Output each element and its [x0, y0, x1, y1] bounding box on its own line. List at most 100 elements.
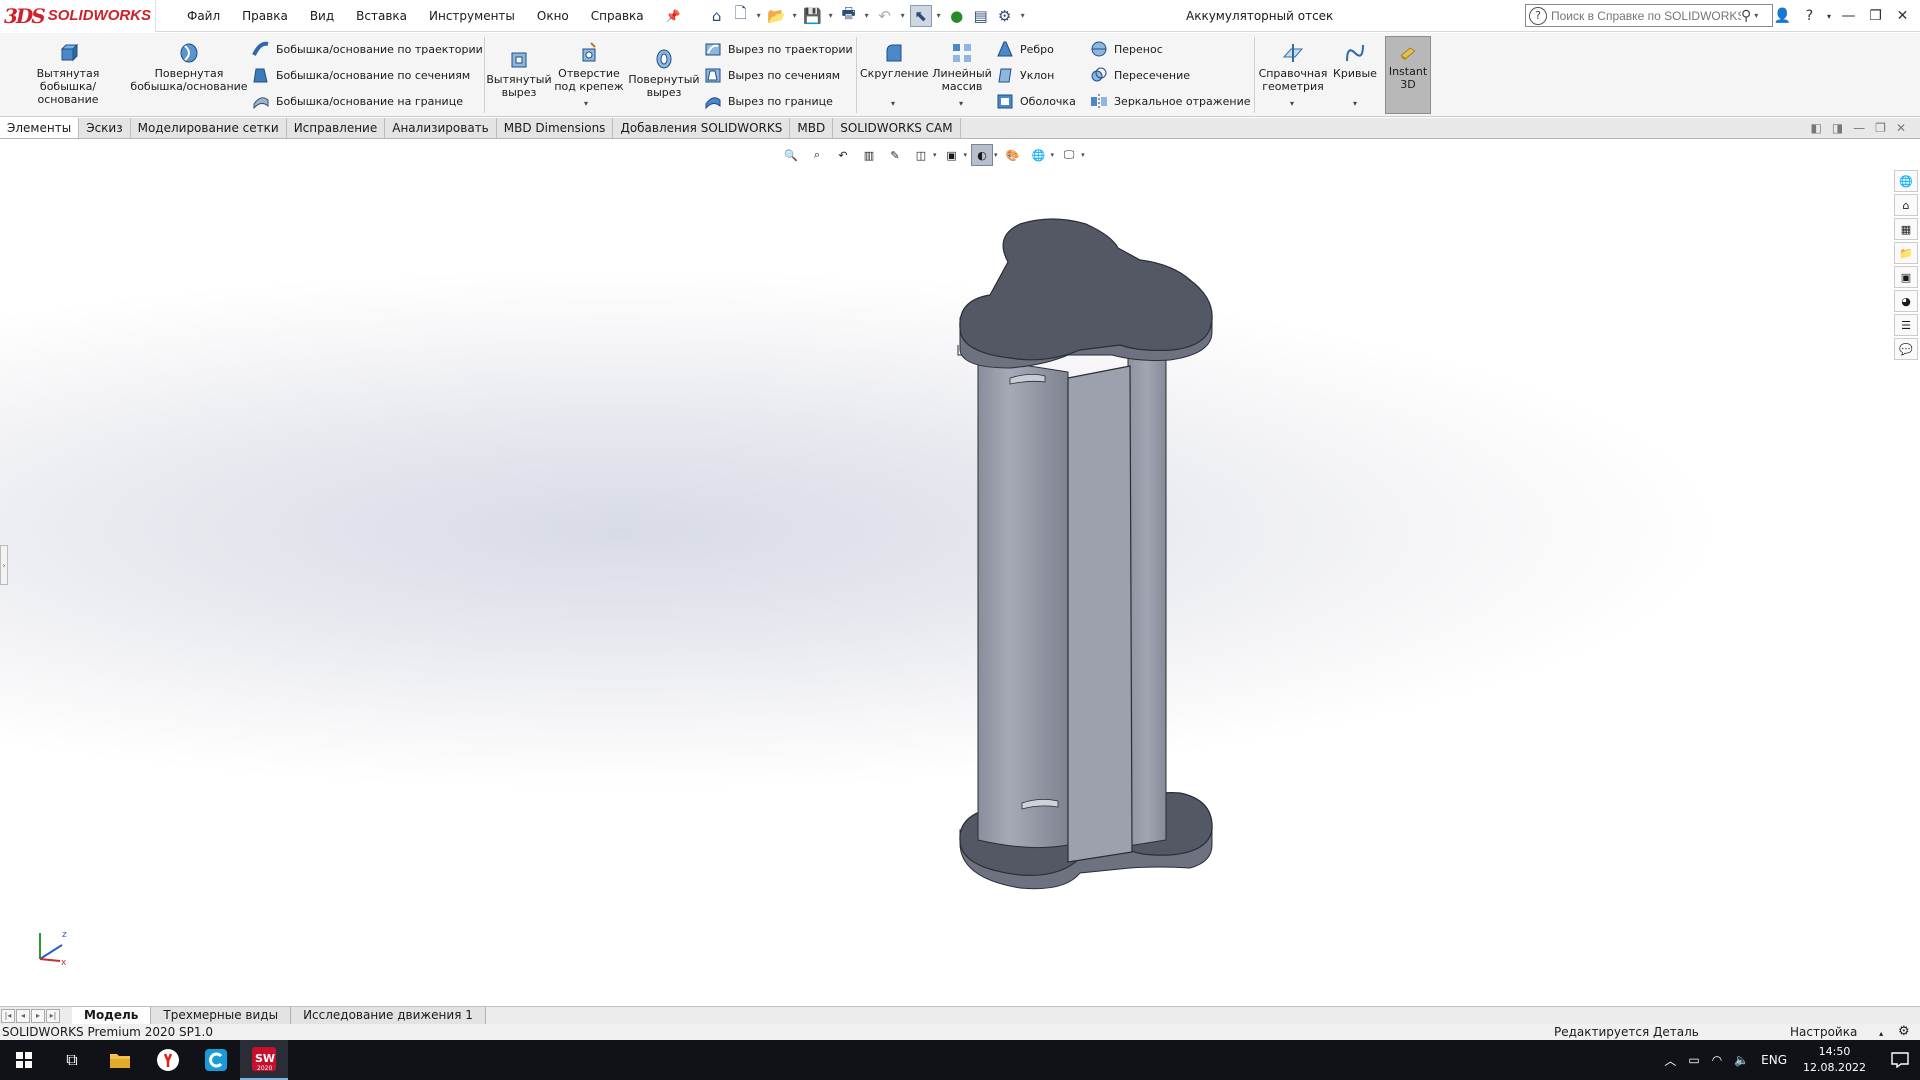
last-tab-icon[interactable]: ▸| [46, 1008, 60, 1023]
pin-icon[interactable]: 📌 [655, 0, 692, 32]
reference-geometry-button[interactable]: Справочная геометрия [1258, 41, 1328, 93]
tab-sketch[interactable]: Эскиз [79, 118, 131, 138]
chevron-down-icon[interactable]: ▾ [934, 11, 944, 20]
chevron-down-icon[interactable]: ▾ [891, 99, 895, 108]
display-style-icon[interactable]: ▣ [941, 144, 963, 166]
mirror-button[interactable]: Зеркальное отражение [1090, 91, 1251, 111]
revolved-cut-button[interactable]: Повернутый вырез [626, 47, 702, 99]
swept-cut-button[interactable]: Вырез по траектории [704, 39, 853, 59]
zoom-to-fit-icon[interactable]: 🔍 [780, 144, 802, 166]
chevron-down-icon[interactable]: ▾ [1751, 11, 1761, 20]
chevron-down-icon[interactable]: ▾ [1290, 99, 1294, 108]
chevron-down-icon[interactable]: ▾ [1081, 151, 1085, 159]
chevron-down-icon[interactable]: ▾ [1051, 151, 1055, 159]
intersect-button[interactable]: Пересечение [1090, 65, 1190, 85]
menu-file[interactable]: Файл [176, 0, 231, 32]
help-icon[interactable]: ? [1796, 8, 1823, 24]
minimize-icon[interactable]: — [1835, 8, 1862, 24]
file-explorer-icon[interactable] [96, 1040, 144, 1080]
file-properties-icon[interactable]: ▤ [970, 5, 992, 27]
windows-start-icon[interactable] [0, 1040, 48, 1080]
chevron-down-icon[interactable]: ▾ [1353, 99, 1357, 108]
wrap-button[interactable]: Перенос [1090, 39, 1163, 59]
restore-icon[interactable]: ❐ [1862, 8, 1889, 24]
first-tab-icon[interactable]: |◂ [1, 1008, 15, 1023]
chevron-down-icon[interactable]: ▾ [933, 151, 937, 159]
chevron-up-icon[interactable]: ︿ [1664, 1052, 1676, 1069]
tab-direct-editing[interactable]: Исправление [286, 118, 386, 138]
options-gear-icon[interactable]: ⚙ [994, 5, 1016, 27]
home-icon[interactable]: ⌂ [1894, 194, 1918, 216]
extruded-cut-button[interactable]: Вытянутый вырез [486, 47, 552, 99]
tile-left-icon[interactable]: ◧ [1810, 121, 1821, 135]
edit-appearance-icon[interactable]: 🎨 [1002, 144, 1024, 166]
apply-scene-icon[interactable]: 🌐 [1028, 144, 1050, 166]
tab-solidworks-addins[interactable]: Добавления SOLIDWORKS [613, 118, 791, 138]
extruded-boss-button[interactable]: Вытянутая бобышка/основание [10, 41, 126, 106]
tile-right-icon[interactable]: ◨ [1832, 121, 1843, 135]
select-arrow-icon[interactable]: ⬉ [909, 4, 932, 27]
input-language[interactable]: ENG [1761, 1053, 1787, 1067]
app-c-icon[interactable] [192, 1040, 240, 1080]
chevron-down-icon[interactable]: ▾ [1823, 12, 1835, 21]
section-view-icon[interactable]: ▥ [858, 144, 880, 166]
graphics-area[interactable]: 🔍 ⌕ ↶ ▥ ✎ ◫ ▾ ▣ ▾ ◐ ▾ 🎨 🌐 ▾ 🖵 ▾ 🌐 ⌂ ▦ 📁 ▣ ◕ ☰… [0, 140, 1920, 1006]
revolved-boss-button[interactable]: Повернутая бобышка/основание [130, 41, 248, 93]
boundary-boss-button[interactable]: Бобышка/основание на границе [252, 91, 463, 111]
tab-mbd[interactable]: MBD [790, 118, 834, 138]
help-search-input[interactable] [1551, 8, 1741, 23]
chevron-down-icon[interactable]: ▾ [862, 11, 872, 20]
chevron-down-icon[interactable]: ▾ [826, 11, 836, 20]
rebuild-status-icon[interactable]: ⚙ [1898, 1024, 1910, 1040]
view-palette-icon[interactable]: ▣ [1894, 266, 1918, 288]
file-explorer-icon[interactable]: 📁 [1894, 242, 1918, 264]
help-search-box[interactable]: ? ⚲ ▾ [1525, 4, 1773, 27]
tab-model[interactable]: Модель [72, 1007, 152, 1024]
minimize-icon[interactable]: — [1853, 121, 1865, 135]
search-icon[interactable]: ⚲ [1741, 8, 1751, 24]
open-folder-icon[interactable]: 📂 [766, 5, 788, 27]
menu-edit[interactable]: Правка [231, 0, 299, 32]
user-account-icon[interactable]: 👤 [1769, 8, 1796, 24]
print-icon[interactable]: 🖶 [838, 4, 860, 27]
fillet-button[interactable]: Скругление [860, 41, 929, 80]
custom-properties-icon[interactable]: ☰ [1894, 314, 1918, 336]
tab-solidworks-cam[interactable]: SOLIDWORKS CAM [833, 118, 961, 138]
boundary-cut-button[interactable]: Вырез по границе [704, 91, 833, 111]
battery-icon[interactable]: ▭ [1688, 1053, 1699, 1067]
volume-icon[interactable]: 🔈 [1734, 1053, 1749, 1067]
tab-mesh-modeling[interactable]: Моделирование сетки [130, 118, 287, 138]
tab-evaluate[interactable]: Анализировать [385, 118, 497, 138]
draft-button[interactable]: Уклон [996, 65, 1054, 85]
wifi-icon[interactable]: ◠ [1712, 1053, 1722, 1067]
instant-3d-button[interactable]: Instant 3D [1385, 36, 1431, 114]
curves-button[interactable]: Кривые [1330, 41, 1380, 80]
yandex-browser-icon[interactable] [144, 1040, 192, 1080]
rebuild-icon[interactable]: ● [946, 5, 968, 27]
restore-icon[interactable]: ❐ [1875, 121, 1886, 135]
prev-tab-icon[interactable]: ◂ [16, 1008, 30, 1023]
dynamic-annotation-icon[interactable]: ✎ [884, 144, 906, 166]
chevron-down-icon[interactable]: ▾ [964, 151, 968, 159]
solidworks-taskbar-icon[interactable]: SW 2020 [240, 1040, 288, 1080]
hide-show-items-icon[interactable]: ◐ [971, 144, 994, 166]
notification-center-icon[interactable] [1880, 1040, 1920, 1080]
design-library-icon[interactable]: ▦ [1894, 218, 1918, 240]
tab-motion-study[interactable]: Исследование движения 1 [291, 1007, 486, 1024]
clock[interactable]: 14:50 12.08.2022 [1803, 1044, 1866, 1076]
menu-window[interactable]: Окно [526, 0, 580, 32]
solidworks-logo[interactable]: 3DS SOLIDWORKS [0, 0, 156, 32]
new-document-icon[interactable]: 🗋 [730, 4, 752, 27]
menu-insert[interactable]: Вставка [345, 0, 418, 32]
close-icon[interactable]: ✕ [1889, 8, 1916, 24]
zoom-to-area-icon[interactable]: ⌕ [806, 144, 828, 166]
tab-mbd-dimensions[interactable]: MBD Dimensions [496, 118, 614, 138]
chevron-down-icon[interactable]: ▾ [584, 99, 588, 108]
forum-icon[interactable]: 💬 [1894, 338, 1918, 360]
solidworks-resources-icon[interactable]: 🌐 [1894, 170, 1918, 192]
appearances-icon[interactable]: ◕ [1894, 290, 1918, 312]
chevron-down-icon[interactable]: ▾ [790, 11, 800, 20]
swept-boss-button[interactable]: Бобышка/основание по траектории [252, 39, 483, 59]
linear-pattern-button[interactable]: Линейный массив [930, 41, 994, 93]
chevron-down-icon[interactable]: ▾ [1018, 11, 1028, 20]
